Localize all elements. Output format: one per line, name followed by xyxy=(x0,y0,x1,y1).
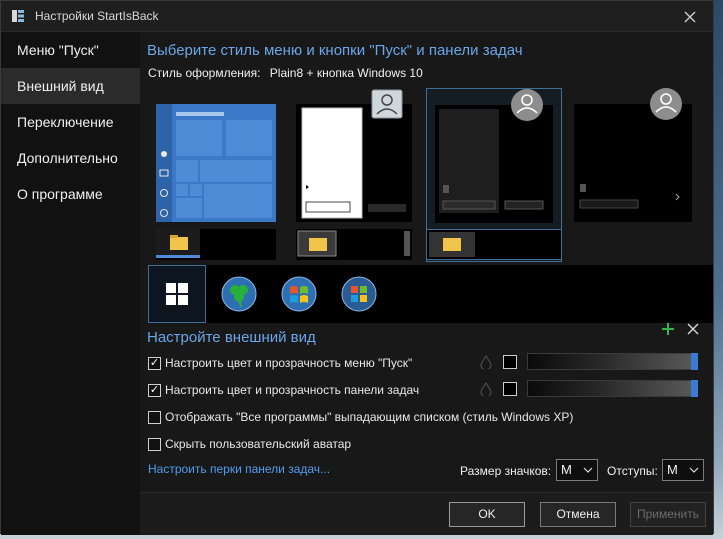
option-label: Настроить цвет и прозрачность панели зад… xyxy=(165,383,420,397)
sidebar-item-switching[interactable]: Переключение xyxy=(1,104,140,140)
option-taskbar-color[interactable]: ✓ Настроить цвет и прозрачность панели з… xyxy=(148,381,419,399)
slider-thumb[interactable] xyxy=(691,353,698,370)
windows-orb-icon xyxy=(341,276,377,312)
start-button-windows10[interactable] xyxy=(148,265,206,323)
add-icon[interactable] xyxy=(660,321,676,337)
opacity-drop-icon xyxy=(480,382,492,396)
checkbox[interactable] xyxy=(148,437,161,451)
start-button-windows7[interactable] xyxy=(270,265,328,323)
sidebar-item-advanced[interactable]: Дополнительно xyxy=(1,140,140,176)
close-button[interactable] xyxy=(667,1,713,32)
option-xp-all-programs[interactable]: Отображать "Все программы" выпадающим сп… xyxy=(148,408,573,426)
apply-button[interactable]: Применить xyxy=(630,502,706,527)
icon-size-select[interactable]: M xyxy=(556,459,598,481)
option-label: Настроить цвет и прозрачность меню "Пуск… xyxy=(165,356,413,370)
style-label: Стиль оформления: xyxy=(148,66,261,80)
chevron-down-icon xyxy=(689,467,699,473)
option-hide-avatar[interactable]: Скрыть пользовательский аватар xyxy=(148,435,351,453)
taskbar-style-windows10[interactable] xyxy=(156,229,276,260)
dialog-footer: OK Отмена Применить xyxy=(140,492,713,535)
taskbar-style-classic[interactable] xyxy=(296,229,412,260)
taskbar-folder-icon xyxy=(156,229,200,258)
sidebar-item-appearance[interactable]: Внешний вид xyxy=(1,68,140,104)
taskbar-folder-icon xyxy=(429,232,475,257)
checkbox[interactable] xyxy=(148,410,161,424)
option-label: Скрыть пользовательский аватар xyxy=(165,437,352,451)
checkbox[interactable]: ✓ xyxy=(148,383,161,397)
icon-size-label: Размер значков: xyxy=(460,464,552,478)
sidebar: Меню "Пуск" Внешний вид Переключение Доп… xyxy=(1,32,140,535)
current-style-line: Стиль оформления: Plain8 + кнопка Window… xyxy=(148,66,423,80)
app-icon xyxy=(12,10,24,22)
style-option-plain-black[interactable] xyxy=(570,88,706,262)
taskbar-perks-link[interactable]: Настроить перки панели задач... xyxy=(148,462,330,476)
chevron-down-icon xyxy=(583,467,593,473)
taskbar-style-plain8[interactable] xyxy=(426,229,562,260)
opacity-drop-icon xyxy=(480,355,492,369)
spacing-label: Отступы: xyxy=(607,464,658,478)
select-value: M xyxy=(667,462,678,477)
select-value: M xyxy=(561,462,572,477)
option-start-menu-color[interactable]: ✓ Настроить цвет и прозрачность меню "Пу… xyxy=(148,354,412,372)
checkbox[interactable]: ✓ xyxy=(148,356,161,370)
taskbar-opacity-slider[interactable] xyxy=(527,380,698,397)
remove-icon[interactable] xyxy=(685,321,701,337)
sidebar-item-about[interactable]: О программе xyxy=(1,176,140,212)
taskbar-color-swatch[interactable] xyxy=(503,382,517,396)
start-button-windows-orb[interactable] xyxy=(330,265,388,323)
style-section-heading: Выберите стиль меню и кнопки "Пуск" и па… xyxy=(147,42,523,59)
close-icon xyxy=(684,11,696,22)
style-value: Plain8 + кнопка Windows 10 xyxy=(269,66,423,80)
start-button-row xyxy=(148,265,713,323)
title-bar: Настройки StartIsBack xyxy=(1,1,713,32)
settings-window: Настройки StartIsBack Меню "Пуск" Внешни… xyxy=(0,0,714,535)
start-menu-color-swatch[interactable] xyxy=(503,355,517,369)
start-menu-opacity-slider[interactable] xyxy=(527,353,698,370)
option-label: Отображать "Все программы" выпадающим сп… xyxy=(165,410,574,424)
start-button-clover[interactable] xyxy=(210,265,268,323)
sidebar-item-start-menu[interactable]: Меню "Пуск" xyxy=(1,32,140,68)
clover-orb-icon xyxy=(221,276,257,312)
cancel-button[interactable]: Отмена xyxy=(540,502,616,527)
spacing-select[interactable]: M xyxy=(662,459,704,481)
customize-section-heading: Настройте внешний вид xyxy=(147,329,316,346)
window-title: Настройки StartIsBack xyxy=(35,9,159,23)
slider-thumb[interactable] xyxy=(691,380,698,397)
taskbar-folder-icon xyxy=(297,230,410,257)
windows10-logo-icon xyxy=(166,283,188,305)
main-content: Выберите стиль меню и кнопки "Пуск" и па… xyxy=(140,32,713,535)
ok-button[interactable]: OK xyxy=(449,502,525,527)
plain-black-menu-preview xyxy=(574,88,692,222)
windows7-orb-icon xyxy=(281,276,317,312)
